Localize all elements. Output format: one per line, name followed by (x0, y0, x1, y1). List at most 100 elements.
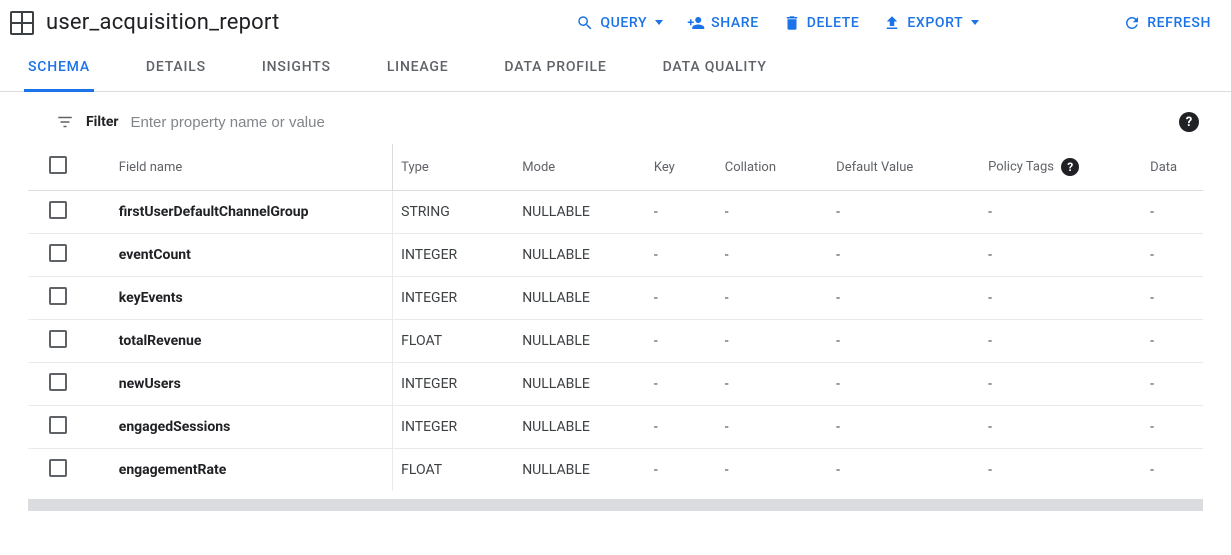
row-select-cell (28, 234, 89, 277)
table-icon (10, 11, 34, 35)
share-button[interactable]: SHARE (687, 14, 759, 32)
cell-type: INTEGER (393, 406, 515, 449)
tab-details[interactable]: DETAILS (142, 45, 210, 92)
row-checkbox[interactable] (49, 330, 67, 348)
delete-button-label: DELETE (807, 15, 860, 31)
select-all-checkbox[interactable] (49, 156, 67, 174)
col-policy-tags-label: Policy Tags (988, 159, 1054, 174)
row-checkbox[interactable] (49, 287, 67, 305)
tabs-bar: SCHEMA DETAILS INSIGHTS LINEAGE DATA PRO… (0, 45, 1231, 92)
cell-default-value: - (828, 234, 980, 277)
cell-policy-tags: - (980, 191, 1142, 234)
table-row: keyEventsINTEGERNULLABLE----- (28, 277, 1203, 320)
cell-type: INTEGER (393, 277, 515, 320)
cell-key: - (646, 363, 717, 406)
cell-mode: NULLABLE (514, 363, 646, 406)
table-row: eventCountINTEGERNULLABLE----- (28, 234, 1203, 277)
person-add-icon (687, 14, 705, 32)
row-select-cell (28, 363, 89, 406)
cell-field-name: totalRevenue (89, 320, 393, 363)
cell-default-value: - (828, 277, 980, 320)
filter-icon (56, 113, 74, 131)
cell-policy-tags: - (980, 363, 1142, 406)
cell-key: - (646, 191, 717, 234)
row-checkbox[interactable] (49, 459, 67, 477)
cell-default-value: - (828, 449, 980, 492)
export-button[interactable]: EXPORT (883, 14, 979, 32)
export-button-label: EXPORT (907, 15, 963, 31)
tab-label: SCHEMA (28, 59, 90, 75)
cell-key: - (646, 449, 717, 492)
table-title: user_acquisition_report (46, 10, 279, 35)
cell-policy-tags: - (980, 234, 1142, 277)
filter-bar: Filter ? (0, 92, 1231, 144)
cell-mode: NULLABLE (514, 234, 646, 277)
row-checkbox[interactable] (49, 373, 67, 391)
row-checkbox[interactable] (49, 416, 67, 434)
cell-collation: - (717, 277, 828, 320)
cell-field-name: engagementRate (89, 449, 393, 492)
row-select-cell (28, 406, 89, 449)
filter-input[interactable] (131, 114, 1167, 131)
tab-schema[interactable]: SCHEMA (24, 45, 94, 92)
query-button[interactable]: QUERY (576, 14, 663, 32)
cell-mode: NULLABLE (514, 191, 646, 234)
col-data: Data (1142, 144, 1203, 191)
row-select-cell (28, 449, 89, 492)
cell-policy-tags: - (980, 277, 1142, 320)
table-header-row: Field name Type Mode Key Collation Defau… (28, 144, 1203, 191)
table-row: newUsersINTEGERNULLABLE----- (28, 363, 1203, 406)
horizontal-scrollbar[interactable] (28, 499, 1203, 511)
table-row: engagedSessionsINTEGERNULLABLE----- (28, 406, 1203, 449)
cell-mode: NULLABLE (514, 277, 646, 320)
tab-label: LINEAGE (387, 59, 449, 75)
cell-collation: - (717, 234, 828, 277)
col-type: Type (393, 144, 515, 191)
cell-collation: - (717, 363, 828, 406)
cell-data: - (1142, 320, 1203, 363)
delete-button[interactable]: DELETE (783, 14, 860, 32)
cell-collation: - (717, 191, 828, 234)
cell-policy-tags: - (980, 320, 1142, 363)
help-icon[interactable]: ? (1061, 158, 1079, 176)
cell-key: - (646, 406, 717, 449)
tab-lineage[interactable]: LINEAGE (383, 45, 453, 92)
cell-collation: - (717, 449, 828, 492)
cell-type: INTEGER (393, 234, 515, 277)
table-row: totalRevenueFLOATNULLABLE----- (28, 320, 1203, 363)
help-icon[interactable]: ? (1179, 112, 1199, 132)
tab-insights[interactable]: INSIGHTS (258, 45, 335, 92)
tab-dataquality[interactable]: DATA QUALITY (659, 45, 771, 92)
cell-data: - (1142, 277, 1203, 320)
row-checkbox[interactable] (49, 244, 67, 262)
query-button-label: QUERY (600, 15, 647, 31)
tab-label: DATA QUALITY (663, 59, 767, 75)
filter-label: Filter (86, 114, 119, 130)
chevron-down-icon (655, 20, 663, 25)
refresh-button-label: REFRESH (1147, 15, 1211, 31)
header-toolbar: user_acquisition_report QUERY SHARE DELE… (0, 0, 1231, 45)
cell-mode: NULLABLE (514, 449, 646, 492)
cell-data: - (1142, 191, 1203, 234)
share-button-label: SHARE (711, 15, 759, 31)
tab-label: INSIGHTS (262, 59, 331, 75)
cell-collation: - (717, 406, 828, 449)
row-select-cell (28, 277, 89, 320)
refresh-button[interactable]: REFRESH (1123, 14, 1211, 32)
col-policy-tags: Policy Tags ? (980, 144, 1142, 191)
refresh-icon (1123, 14, 1141, 32)
cell-field-name: keyEvents (89, 277, 393, 320)
cell-default-value: - (828, 320, 980, 363)
cell-policy-tags: - (980, 449, 1142, 492)
row-select-cell (28, 320, 89, 363)
row-checkbox[interactable] (49, 201, 67, 219)
cell-field-name: firstUserDefaultChannelGroup (89, 191, 393, 234)
cell-default-value: - (828, 406, 980, 449)
tab-dataprofile[interactable]: DATA PROFILE (500, 45, 610, 92)
col-collation: Collation (717, 144, 828, 191)
cell-data: - (1142, 363, 1203, 406)
header-actions: QUERY SHARE DELETE EXPORT REFRESH (576, 14, 1211, 32)
col-field-name: Field name (89, 144, 393, 191)
schema-table: Field name Type Mode Key Collation Defau… (28, 144, 1203, 491)
cell-field-name: eventCount (89, 234, 393, 277)
